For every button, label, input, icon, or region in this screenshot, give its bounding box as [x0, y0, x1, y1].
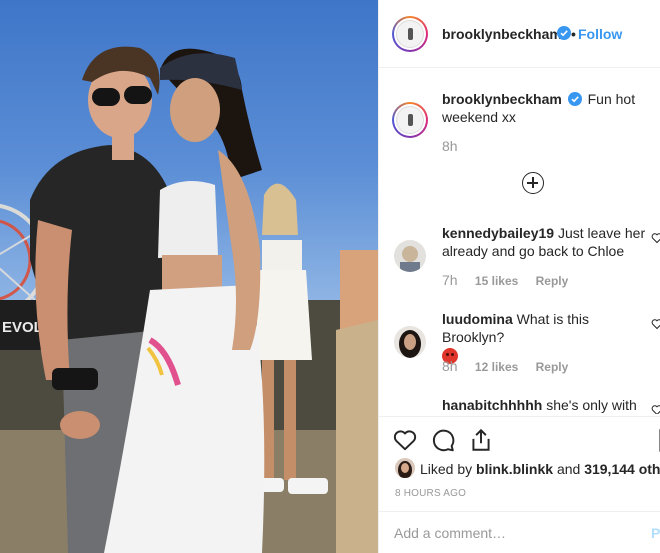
liker-avatar-image: [398, 461, 412, 478]
comment-username[interactable]: hanabitchhhhh: [442, 397, 542, 413]
verified-badge-icon: [567, 92, 582, 106]
commenter-avatar[interactable]: [394, 240, 426, 272]
author-avatar[interactable]: [392, 16, 428, 52]
comment-text-block: luudomina What is this Brooklyn?: [442, 310, 647, 365]
load-more-comments-plus-circle-icon[interactable]: [522, 172, 544, 194]
comment-meta: 7h 15 likes Reply: [442, 272, 582, 288]
verified-badge-icon: [557, 26, 571, 40]
comment-likes[interactable]: 12 likes: [475, 360, 518, 374]
post-photo[interactable]: EVOLV: [0, 0, 378, 553]
liker-username[interactable]: blink.blinkk: [476, 461, 553, 477]
comment-icon[interactable]: [430, 427, 456, 453]
comment-text-block: hanabitchhhhh she's only with: [442, 396, 647, 414]
commenter-avatar-image: [399, 330, 421, 358]
caption-author-avatar[interactable]: [392, 102, 428, 138]
comment-message: she's only with: [546, 397, 637, 413]
add-comment-bar: Po: [379, 511, 660, 553]
comment-likes[interactable]: 15 likes: [475, 274, 518, 288]
background-person-edge: [336, 250, 378, 553]
follow-button[interactable]: Follow: [578, 26, 622, 42]
comment-reply-button[interactable]: Reply: [536, 360, 569, 374]
commenter-avatar[interactable]: [394, 326, 426, 358]
post-header: brooklynbeckham • Follow: [379, 0, 660, 68]
post-comment-button[interactable]: Po: [651, 525, 660, 541]
commenter-avatar-image: [400, 246, 420, 272]
comment-heart-icon[interactable]: [651, 404, 660, 414]
photo-illustration: EVOLV: [0, 46, 378, 553]
liked-by-label: Liked by: [420, 461, 473, 477]
add-comment-input[interactable]: [394, 522, 624, 544]
comment-username[interactable]: luudomina: [442, 311, 513, 327]
comment-reply-button[interactable]: Reply: [536, 274, 569, 288]
likes-summary: Liked by blink.blinkk and 319,144 others: [395, 458, 660, 480]
share-icon[interactable]: [468, 427, 494, 453]
post-timestamp[interactable]: 8 HOURS AGO: [395, 488, 466, 499]
caption-timestamp[interactable]: 8h: [442, 138, 458, 154]
post-actions-bar: [379, 416, 660, 456]
heart-icon[interactable]: [392, 427, 418, 453]
bookmark-icon[interactable]: [655, 427, 660, 453]
comment-time[interactable]: 8h: [442, 358, 458, 374]
comments-list[interactable]: kennedybailey19 Just leave her already a…: [379, 222, 660, 414]
caption-username[interactable]: brooklynbeckham: [442, 91, 562, 107]
likes-and-label: and: [556, 461, 581, 477]
comment-username[interactable]: kennedybailey19: [442, 225, 554, 241]
comment-meta: 8h 12 likes Reply: [442, 358, 582, 374]
comment-heart-icon[interactable]: [651, 232, 660, 244]
comment-heart-icon[interactable]: [651, 318, 660, 330]
likes-summary-text: Liked by blink.blinkk and 319,144 others: [420, 461, 660, 477]
separator-dot: •: [571, 26, 576, 42]
post-side-panel: brooklynbeckham • Follow brooklynbeckham…: [378, 0, 660, 553]
likes-count[interactable]: 319,144 others: [584, 461, 660, 477]
author-username[interactable]: brooklynbeckham: [442, 26, 562, 42]
caption-text-block: brooklynbeckham Fun hot weekend xx: [442, 90, 652, 126]
comment-text-block: kennedybailey19 Just leave her already a…: [442, 224, 647, 260]
comment-time[interactable]: 7h: [442, 272, 458, 288]
liker-avatar[interactable]: [395, 458, 415, 478]
